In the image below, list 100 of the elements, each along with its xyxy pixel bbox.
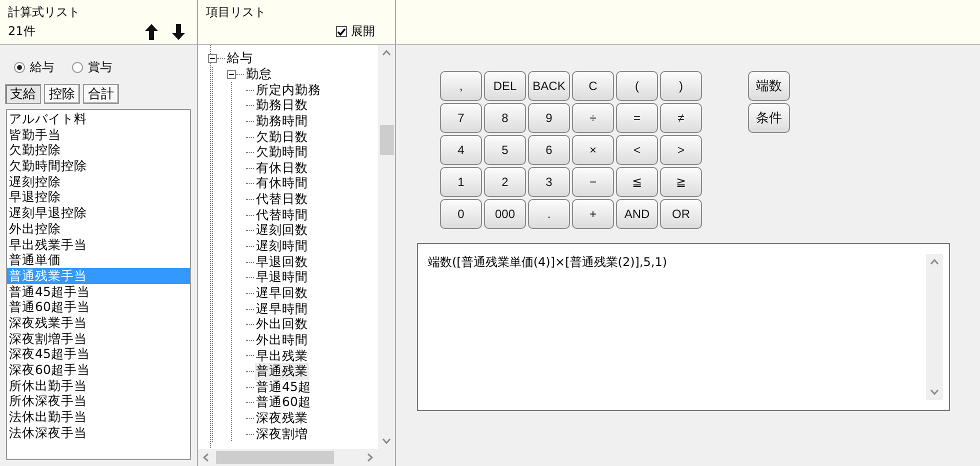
scroll-left-icon[interactable] <box>202 453 209 462</box>
tree-item[interactable]: 深夜割増 <box>255 426 309 443</box>
keypad-key[interactable]: = <box>616 103 658 133</box>
scroll-down-icon[interactable] <box>382 438 391 445</box>
scroll-thumb[interactable] <box>380 125 394 155</box>
scroll-up-icon[interactable] <box>930 258 939 265</box>
keypad-key[interactable]: OR <box>660 199 702 229</box>
tree-item[interactable]: 欠勤日数 <box>255 128 309 146</box>
keypad-key[interactable]: ≠ <box>660 103 702 133</box>
tree-item[interactable]: 代替時間 <box>255 206 309 224</box>
tree-item[interactable]: 代替日数 <box>255 191 309 208</box>
keypad-key[interactable]: 2 <box>484 167 526 197</box>
tree-item[interactable]: 普通45超 <box>255 378 312 396</box>
keypad-key[interactable]: C <box>572 71 614 101</box>
checkbox-label[interactable]: 展開 <box>351 23 375 40</box>
list-item[interactable]: 法休出勤手当 <box>7 409 190 425</box>
keypad-key[interactable]: 3 <box>528 167 570 197</box>
keypad-key[interactable]: − <box>572 167 614 197</box>
keypad-key[interactable]: 7 <box>440 103 482 133</box>
list-item[interactable]: 法休深夜手当 <box>7 424 190 440</box>
tree-item[interactable]: 勤務時間 <box>255 112 309 130</box>
keypad-key[interactable]: 5 <box>484 135 526 165</box>
tab[interactable]: 控除 <box>44 84 80 104</box>
radio-option[interactable]: 給与 <box>14 59 54 76</box>
keypad-key[interactable]: ( <box>616 71 658 101</box>
tree-item[interactable]: 普通60超 <box>255 394 312 412</box>
list-item[interactable]: アルバイト料 <box>7 111 190 127</box>
tree-item[interactable]: 外出時間 <box>255 332 309 349</box>
formula-editor[interactable]: 端数([普通残業単価(4)]×[普通残業(2)],5,1) <box>417 243 950 411</box>
function-button[interactable]: 端数 <box>748 71 790 101</box>
vertical-scrollbar[interactable] <box>378 45 395 449</box>
keypad-key[interactable]: < <box>616 135 658 165</box>
collapse-icon[interactable] <box>208 54 217 64</box>
tree-item[interactable]: 早退回数 <box>255 254 309 271</box>
keypad-key[interactable]: ≦ <box>616 167 658 197</box>
keypad-key[interactable]: + <box>572 199 614 229</box>
scroll-down-icon[interactable] <box>930 389 939 396</box>
keypad-key[interactable]: 9 <box>528 103 570 133</box>
list-item[interactable]: 欠勤控除 <box>7 142 190 158</box>
tree-item[interactable]: 遅早回数 <box>255 284 309 302</box>
radio-option[interactable]: 賞与 <box>72 59 112 76</box>
list-item[interactable]: 欠勤時間控除 <box>7 158 190 174</box>
scroll-thumb[interactable] <box>216 451 334 464</box>
keypad-key[interactable]: DEL <box>484 71 526 101</box>
keypad-key[interactable]: . <box>528 199 570 229</box>
keypad-key[interactable]: ) <box>660 71 702 101</box>
list-item[interactable]: 所休深夜手当 <box>7 393 190 410</box>
tree-item[interactable]: 早出残業 <box>255 348 309 364</box>
list-item[interactable]: 早退控除 <box>7 189 190 206</box>
tree-item[interactable]: 勤怠 <box>245 66 273 83</box>
keypad-key[interactable]: 4 <box>440 135 482 165</box>
collapse-icon[interactable] <box>227 70 236 79</box>
tree-item[interactable]: 普通残業 <box>255 363 309 380</box>
keypad-key[interactable]: 1 <box>440 167 482 197</box>
keypad-key[interactable]: 6 <box>528 135 570 165</box>
list-item[interactable]: 遅刻早退控除 <box>7 205 190 221</box>
keypad-key[interactable]: 8 <box>484 103 526 133</box>
tree-item[interactable]: 遅早時間 <box>255 300 309 318</box>
keypad-key[interactable]: × <box>572 135 614 165</box>
list-item[interactable]: 皆勤手当 <box>7 126 190 142</box>
up-arrow-icon[interactable] <box>145 24 158 40</box>
function-button[interactable]: 条件 <box>748 103 790 133</box>
list-item[interactable]: 深夜60超手当 <box>7 362 190 378</box>
tree-item[interactable]: 遅刻時間 <box>255 238 309 256</box>
keypad-key[interactable]: 000 <box>484 199 526 229</box>
down-arrow-icon[interactable] <box>172 24 185 40</box>
keypad-key[interactable]: 0 <box>440 199 482 229</box>
list-item[interactable]: 所休出勤手当 <box>7 378 190 394</box>
list-item[interactable]: 普通60超手当 <box>7 299 190 315</box>
list-item[interactable]: 深夜残業手当 <box>7 314 190 331</box>
keypad-key[interactable]: ÷ <box>572 103 614 133</box>
scroll-right-icon[interactable] <box>367 453 374 462</box>
keypad-key[interactable]: BACK <box>528 71 570 101</box>
keypad-key[interactable]: , <box>440 71 482 101</box>
list-item[interactable]: 普通45超手当 <box>7 284 190 300</box>
keypad-key[interactable]: AND <box>616 199 658 229</box>
list-item[interactable]: 外出控除 <box>7 220 190 236</box>
keypad-key[interactable]: > <box>660 135 702 165</box>
tree-item[interactable]: 遅刻回数 <box>255 222 309 240</box>
tab[interactable]: 合計 <box>83 84 119 104</box>
tree-item[interactable]: 給与 <box>226 50 254 68</box>
checkbox[interactable] <box>336 26 347 37</box>
tree-item[interactable]: 欠勤時間 <box>255 144 309 162</box>
tree-item[interactable]: 有休時間 <box>255 175 309 192</box>
panel-title: 項目リスト <box>206 4 267 21</box>
list-item[interactable]: 遅刻控除 <box>7 174 190 190</box>
scroll-up-icon[interactable] <box>382 49 391 56</box>
tree-item[interactable]: 早退時間 <box>255 269 309 286</box>
list-item[interactable]: 深夜割増手当 <box>7 330 190 346</box>
list-item[interactable]: 普通単価 <box>7 252 190 268</box>
tab[interactable]: 支給 <box>5 84 41 104</box>
keypad-key[interactable]: ≧ <box>660 167 702 197</box>
list-item[interactable]: 早出残業手当 <box>7 236 190 252</box>
formula-text: 端数([普通残業単価(4)]×[普通残業(2)],5,1) <box>428 254 668 271</box>
tree-item[interactable]: 外出回数 <box>255 316 309 334</box>
list-item[interactable]: 深夜45超手当 <box>7 346 190 362</box>
tree-item[interactable]: 深夜残業 <box>255 410 309 428</box>
tree-item[interactable]: 有休日数 <box>255 160 309 177</box>
tree-item[interactable]: 所定内勤務 <box>255 82 322 99</box>
tree-item[interactable]: 勤務日数 <box>255 97 309 114</box>
